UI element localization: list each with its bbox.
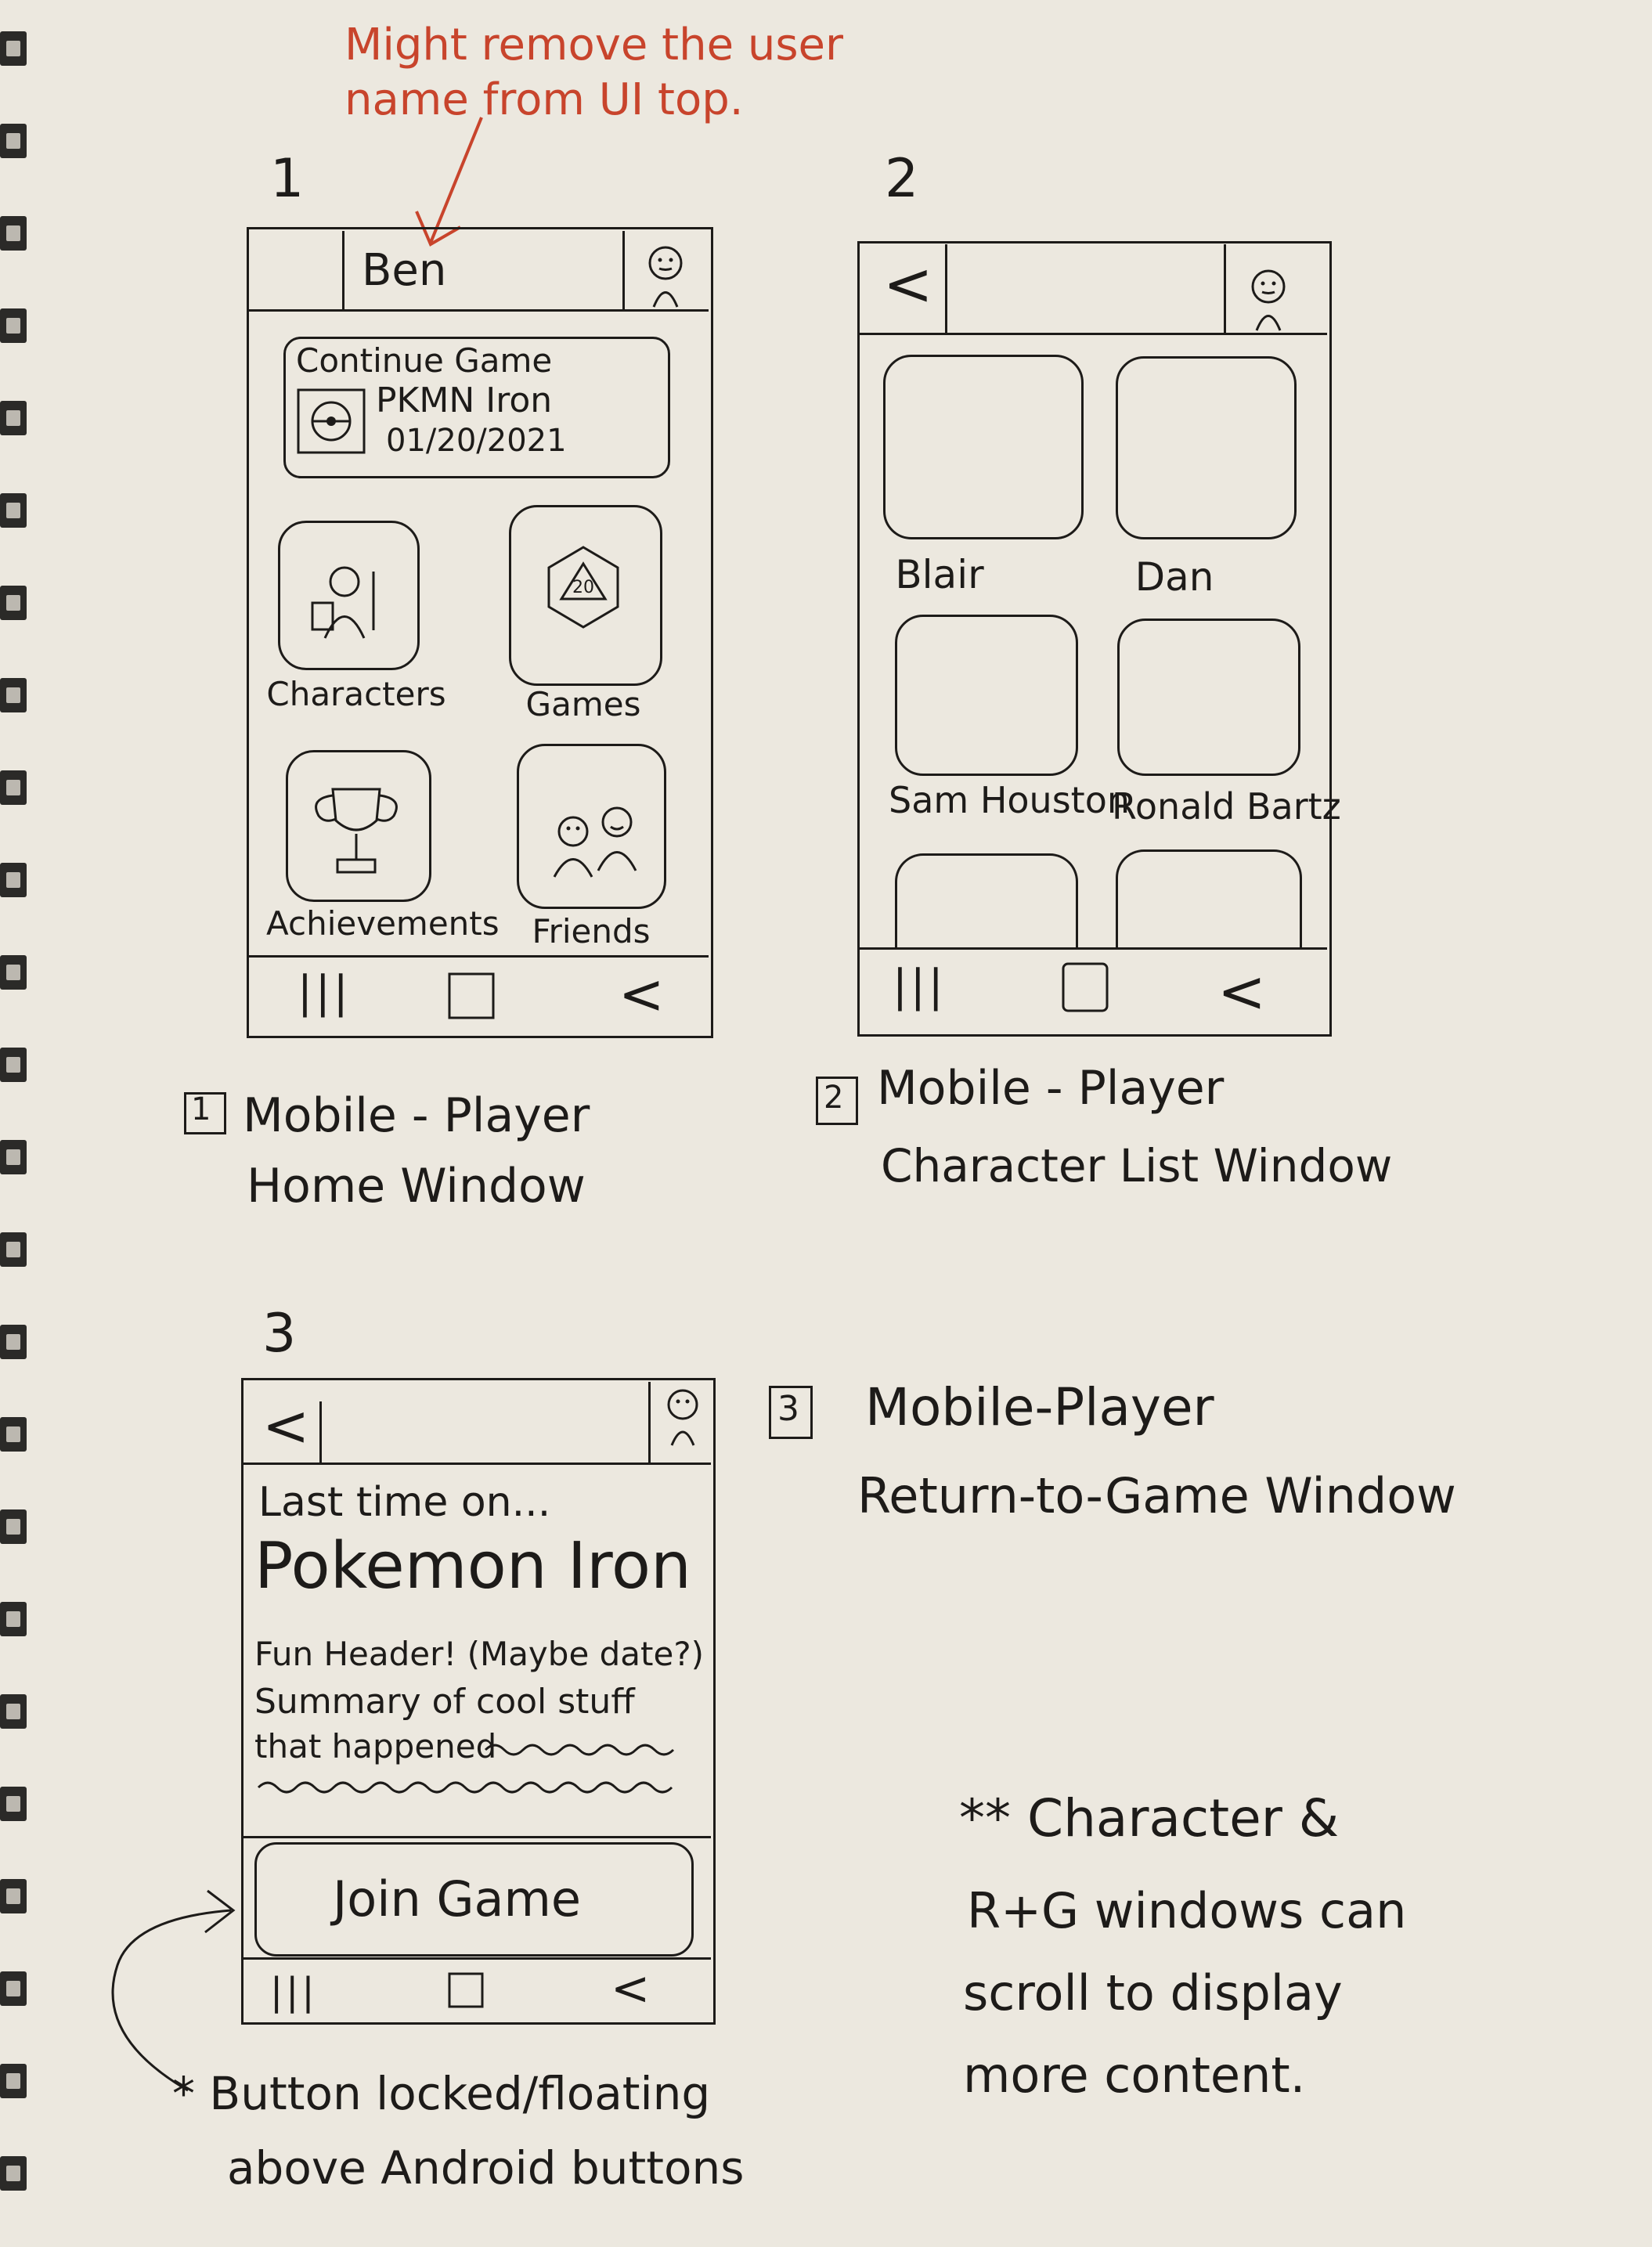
character-card-partial[interactable]: [895, 853, 1078, 950]
binding-hole: [0, 2156, 27, 2191]
binding-hole: [0, 1509, 27, 1544]
binding-hole: [0, 401, 27, 435]
caption3-line1: Mobile-Player: [865, 1377, 1214, 1437]
scroll-note-line3: scroll to display: [963, 1964, 1343, 2022]
friends-label: Friends: [532, 912, 651, 950]
nav-back-icon[interactable]: <: [1217, 963, 1266, 1021]
back-button[interactable]: <: [262, 1398, 309, 1454]
caption1-line1: Mobile - Player: [243, 1088, 590, 1143]
screen3-number: 3: [262, 1303, 297, 1365]
screen2-number: 2: [885, 148, 919, 210]
caption3-number: 3: [777, 1389, 799, 1429]
nav-home-icon[interactable]: [445, 969, 500, 1024]
button-note-line2: above Android buttons: [227, 2141, 745, 2195]
trophy-icon: [315, 788, 398, 874]
binding-hole: [0, 1602, 27, 1636]
nav-home-icon[interactable]: [1059, 959, 1113, 1015]
binding-hole: [0, 31, 27, 66]
character-card-partial[interactable]: [1116, 849, 1302, 950]
continue-game-name: PKMN Iron: [376, 381, 553, 420]
binding-hole: [0, 124, 27, 158]
screen1-number: 1: [270, 148, 305, 210]
pokeball-icon: [297, 388, 366, 454]
continue-game-date: 01/20/2021: [386, 423, 567, 459]
caption2-line1: Mobile - Player: [877, 1061, 1225, 1116]
join-game-label: Join Game: [333, 1870, 582, 1928]
button-note-line1: * Button locked/floating: [172, 2067, 711, 2120]
binding-hole: [0, 586, 27, 620]
squiggle-icon: [257, 1744, 675, 1794]
annotation-line-1: Might remove the user: [344, 20, 843, 70]
nav-recents-icon[interactable]: |||: [893, 965, 947, 1008]
character-card[interactable]: [1116, 356, 1297, 539]
nav-home-icon[interactable]: [445, 1969, 489, 2013]
session-header: Fun Header! (Maybe date?): [254, 1635, 705, 1673]
nav-recents-icon[interactable]: |||: [298, 971, 352, 1015]
binding-hole: [0, 2064, 27, 2098]
friends-icon: [553, 806, 637, 878]
back-button[interactable]: <: [883, 254, 933, 314]
binding-hole: [0, 863, 27, 897]
binding-hole: [0, 493, 27, 528]
character-name: Blair: [895, 552, 984, 597]
character-name: Sam Houston: [889, 779, 1131, 821]
binding-hole: [0, 1417, 27, 1452]
game-title: Pokemon Iron: [254, 1529, 692, 1603]
binding-hole: [0, 1694, 27, 1729]
username-label: Ben: [362, 245, 447, 296]
binding-hole: [0, 1879, 27, 1913]
nav-recents-icon[interactable]: |||: [270, 1973, 318, 2011]
scroll-note-line1: ** Character &: [959, 1788, 1340, 1848]
binding-hole: [0, 308, 27, 343]
d20-dice-number: 20: [572, 578, 594, 597]
character-name: Dan: [1134, 554, 1214, 600]
scroll-note-line2: R+G windows can: [967, 1882, 1407, 1939]
nav-back-icon[interactable]: <: [611, 1965, 650, 2012]
binding-hole: [0, 216, 27, 251]
caption2-number: 2: [824, 1080, 844, 1116]
games-label: Games: [525, 685, 641, 723]
d20-dice-icon: 20: [547, 546, 619, 629]
binding-hole: [0, 770, 27, 805]
binding-hole: [0, 1971, 27, 2006]
binding-hole: [0, 1140, 27, 1174]
continue-game-title: Continue Game: [296, 341, 553, 380]
caption2-line2: Character List Window: [881, 1139, 1393, 1192]
spiral-binding: [0, 0, 31, 2247]
character-card[interactable]: [1117, 619, 1300, 776]
profile-icon[interactable]: [659, 1386, 706, 1448]
nav-back-icon[interactable]: <: [619, 967, 665, 1022]
profile-icon[interactable]: [638, 243, 693, 309]
caption1-number: 1: [191, 1091, 211, 1127]
binding-hole: [0, 1232, 27, 1267]
caption1-line2: Home Window: [247, 1159, 586, 1214]
binding-hole: [0, 955, 27, 990]
binding-hole: [0, 678, 27, 712]
character-card[interactable]: [883, 355, 1084, 539]
character-icon: [311, 566, 375, 639]
binding-hole: [0, 1048, 27, 1082]
summary-line-1: Summary of cool stuff: [254, 1682, 635, 1722]
character-card[interactable]: [895, 615, 1078, 776]
achievements-label: Achievements: [266, 904, 500, 943]
annotation-line-2: name from UI top.: [344, 74, 744, 125]
character-name: Ronald Bartz: [1112, 785, 1341, 828]
binding-hole: [0, 1787, 27, 1821]
characters-label: Characters: [266, 675, 446, 713]
caption3-line2: Return-to-Game Window: [857, 1467, 1456, 1524]
scroll-note-line4: more content.: [963, 2047, 1306, 2104]
binding-hole: [0, 1325, 27, 1359]
profile-icon[interactable]: [1241, 266, 1296, 333]
last-time-label: Last time on...: [258, 1479, 551, 1526]
